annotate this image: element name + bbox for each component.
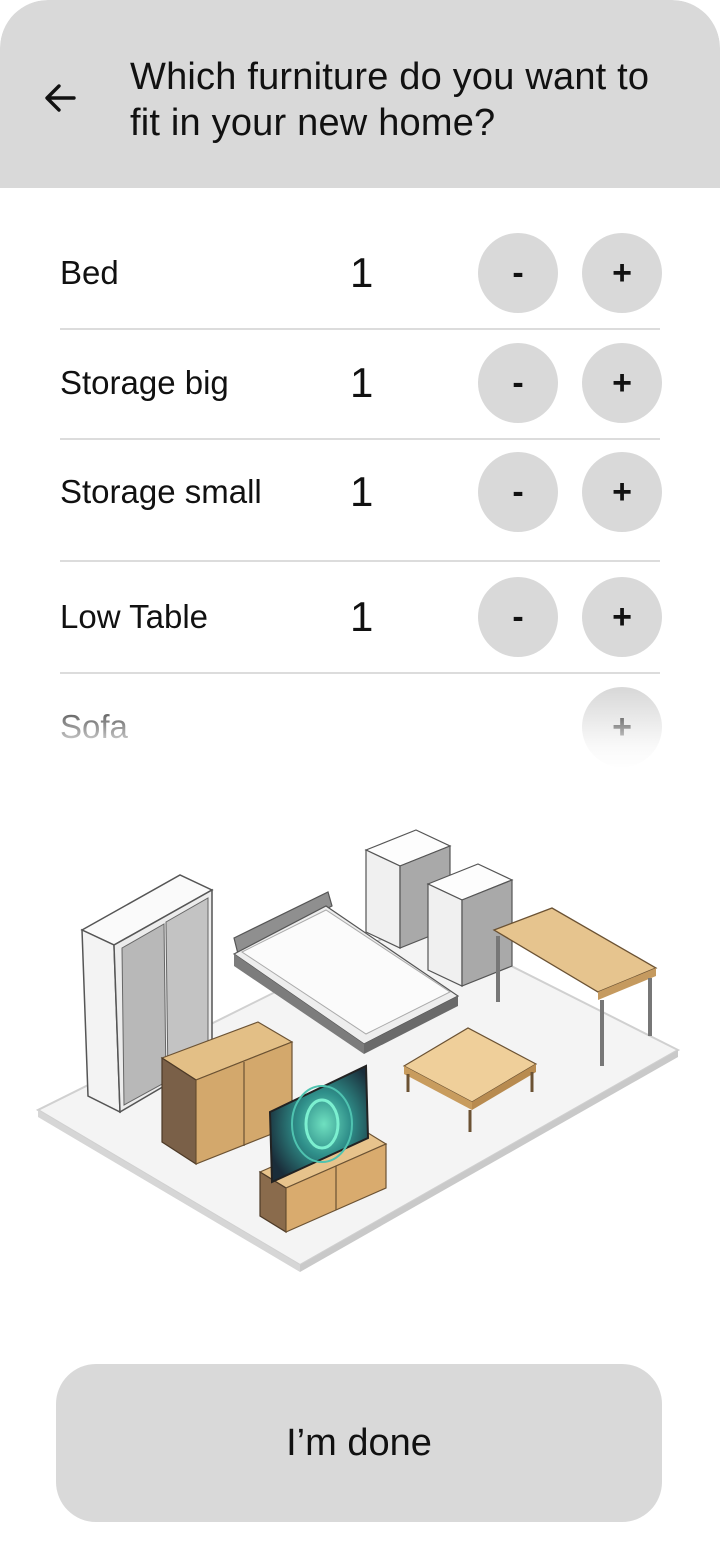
- increment-button[interactable]: +: [582, 233, 662, 313]
- increment-button[interactable]: +: [582, 687, 662, 767]
- item-count: 1: [350, 359, 374, 406]
- list-item-sofa: Sofa +: [60, 672, 662, 782]
- item-count: 1: [350, 593, 374, 640]
- decrement-button[interactable]: -: [478, 577, 558, 657]
- item-label: Storage small: [60, 473, 262, 510]
- back-button[interactable]: [36, 74, 84, 122]
- furniture-illustration: [35, 829, 681, 1272]
- header: Which furniture do you want to fit in yo…: [0, 0, 720, 188]
- decrement-button[interactable]: -: [478, 233, 558, 313]
- list-item-storage-small: Storage small 1 - +: [60, 438, 662, 562]
- done-button[interactable]: I’m done: [56, 1364, 662, 1522]
- decrement-button[interactable]: -: [478, 343, 558, 423]
- increment-button[interactable]: +: [582, 343, 662, 423]
- list-item-low-table: Low Table 1 - +: [60, 562, 662, 674]
- list-item-bed: Bed 1 - +: [60, 218, 662, 330]
- increment-button[interactable]: +: [582, 452, 662, 532]
- screen: Which furniture do you want to fit in yo…: [0, 0, 720, 1560]
- item-count: 1: [350, 249, 374, 296]
- item-label: Storage big: [60, 364, 229, 401]
- list-item-storage-big: Storage big 1 - +: [60, 328, 662, 440]
- item-label: Bed: [60, 254, 119, 291]
- item-label: Low Table: [60, 598, 209, 635]
- arrow-left-icon: [45, 84, 76, 112]
- page-title: Which furniture do you want to fit in yo…: [130, 56, 650, 144]
- decrement-button[interactable]: -: [478, 452, 558, 532]
- increment-button[interactable]: +: [582, 577, 662, 657]
- item-count: 1: [350, 468, 374, 515]
- item-label: Sofa: [60, 708, 128, 745]
